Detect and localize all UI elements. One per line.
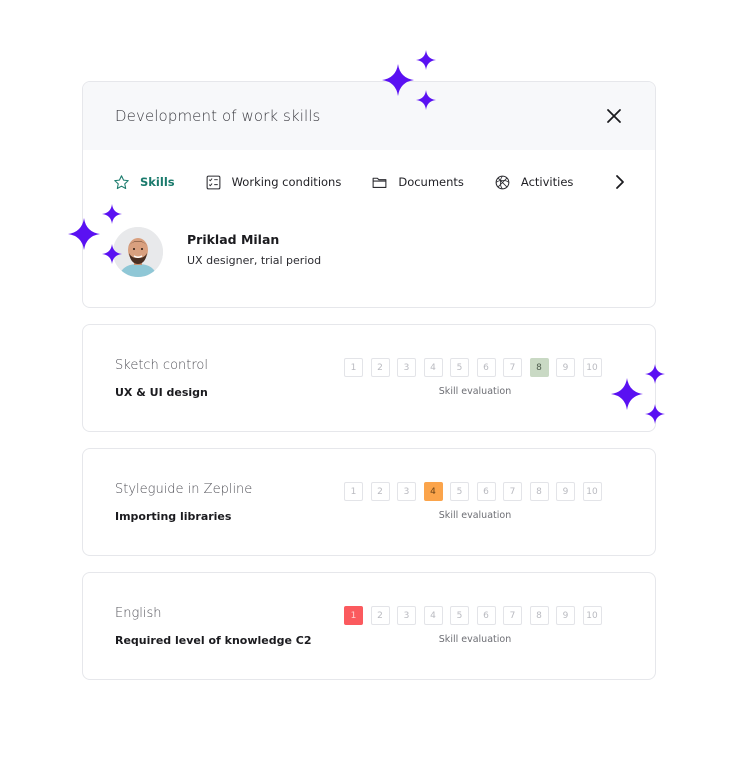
- rating-option-1[interactable]: 1: [344, 606, 363, 625]
- tab-skills[interactable]: Skills: [113, 174, 175, 191]
- skill-evaluation-label: Skill evaluation: [438, 386, 512, 397]
- skill-title: Styleguide in Zepline: [115, 482, 253, 497]
- rating-option-10[interactable]: 10: [582, 606, 602, 625]
- rating-option-9[interactable]: 9: [556, 482, 575, 501]
- skill-title: Sketch control: [115, 358, 208, 373]
- skill-card: Styleguide in Zepline Importing librarie…: [82, 448, 656, 556]
- rating-option-9[interactable]: 9: [556, 358, 575, 377]
- basketball-icon: [495, 175, 510, 189]
- rating-option-8[interactable]: 8: [529, 482, 549, 501]
- rating-option-8[interactable]: 8: [529, 358, 549, 377]
- rating-option-2[interactable]: 2: [370, 606, 390, 625]
- rating-option-7[interactable]: 7: [503, 606, 522, 625]
- tab-label: Documents: [398, 175, 464, 189]
- rating-option-6[interactable]: 6: [476, 606, 496, 625]
- skill-rating-scale: 1 2 3 4 5 6 7 8 9 10: [344, 606, 609, 625]
- dialog-title: Development of work skills: [115, 107, 321, 125]
- rating-option-3[interactable]: 3: [397, 482, 416, 501]
- tab-working-conditions[interactable]: Working conditions: [205, 174, 342, 191]
- sparkle-icon: [380, 46, 440, 116]
- skill-title: English: [115, 606, 162, 621]
- rating-option-2[interactable]: 2: [370, 482, 390, 501]
- star-icon: [114, 174, 129, 189]
- tabs-next-button[interactable]: [611, 173, 629, 191]
- user-profile: Priklad Milan UX designer, trial period: [113, 227, 321, 277]
- skill-subtitle: Required level of knowledge C2: [115, 634, 312, 647]
- rating-option-1[interactable]: 1: [344, 482, 363, 501]
- rating-option-4[interactable]: 4: [423, 606, 443, 625]
- tab-documents[interactable]: Documents: [371, 174, 464, 191]
- tab-label: Working conditions: [231, 175, 342, 189]
- skill-subtitle: Importing libraries: [115, 510, 232, 523]
- rating-option-6[interactable]: 6: [476, 482, 496, 501]
- profile-role: UX designer, trial period: [187, 253, 322, 267]
- tab-label: Skills: [140, 175, 175, 189]
- tab-bar: Skills Working conditions Documents Acti…: [113, 170, 629, 194]
- skills-dialog: Development of work skills Skills Workin…: [82, 81, 656, 308]
- rating-option-10[interactable]: 10: [582, 482, 602, 501]
- rating-option-9[interactable]: 9: [556, 606, 575, 625]
- rating-option-10[interactable]: 10: [582, 358, 602, 377]
- rating-option-7[interactable]: 7: [503, 358, 522, 377]
- rating-option-4[interactable]: 4: [423, 358, 443, 377]
- rating-option-6[interactable]: 6: [476, 358, 496, 377]
- rating-option-3[interactable]: 3: [397, 606, 416, 625]
- rating-option-7[interactable]: 7: [503, 482, 522, 501]
- folder-icon: [372, 177, 387, 188]
- close-icon: [607, 109, 621, 123]
- skill-evaluation-label: Skill evaluation: [438, 510, 512, 521]
- rating-option-3[interactable]: 3: [397, 358, 416, 377]
- dialog-header: Development of work skills: [83, 82, 655, 150]
- skill-card: English Required level of knowledge C2 1…: [82, 572, 656, 680]
- sparkle-icon: [609, 360, 669, 430]
- tab-label: Activities: [520, 175, 574, 189]
- chevron-right-icon: [616, 175, 624, 189]
- skill-rating-scale: 1 2 3 4 5 6 7 8 9 10: [344, 482, 609, 501]
- skill-card: Sketch control UX & UI design 1234567891…: [82, 324, 656, 432]
- skill-evaluation-label: Skill evaluation: [438, 634, 512, 645]
- rating-option-5[interactable]: 5: [450, 606, 469, 625]
- rating-option-8[interactable]: 8: [529, 606, 549, 625]
- rating-option-5[interactable]: 5: [450, 358, 469, 377]
- close-button[interactable]: [605, 107, 623, 125]
- checklist-icon: [206, 175, 221, 189]
- rating-option-4[interactable]: 4: [423, 482, 443, 501]
- rating-option-2[interactable]: 2: [370, 358, 390, 377]
- skill-subtitle: UX & UI design: [115, 386, 208, 399]
- sparkle-icon: [66, 200, 126, 270]
- skill-rating-scale: 1 2 3 4 5 6 7 8 9 10: [344, 358, 609, 377]
- rating-option-5[interactable]: 5: [450, 482, 469, 501]
- tab-activities[interactable]: Activities: [494, 174, 573, 191]
- profile-name: Priklad Milan: [187, 231, 280, 247]
- rating-option-1[interactable]: 1: [344, 358, 363, 377]
